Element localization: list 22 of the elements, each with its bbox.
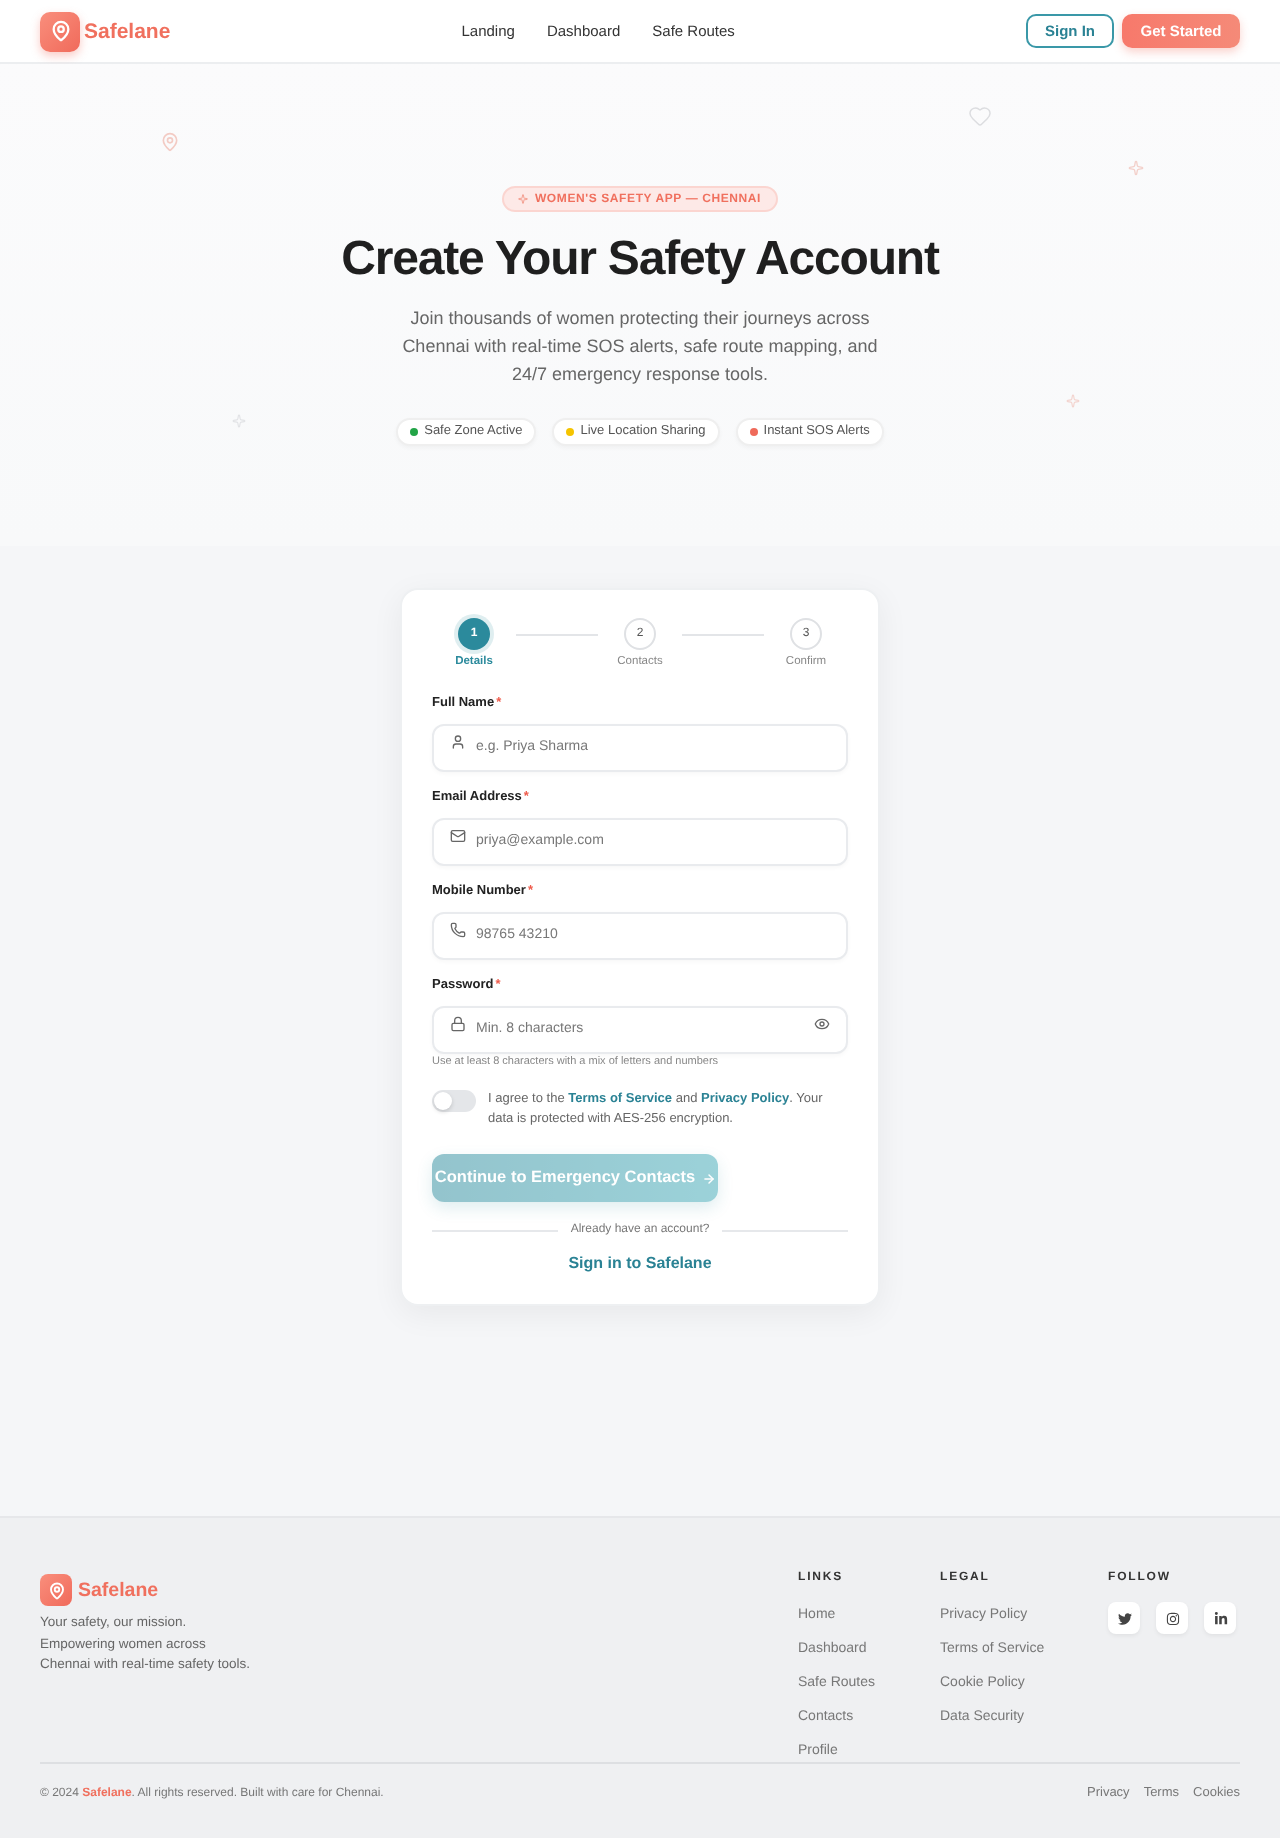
sparkle-icon (1128, 160, 1144, 176)
eye-icon[interactable] (814, 1016, 830, 1032)
map-pin-icon (40, 1574, 72, 1606)
twitter-icon[interactable] (1108, 1602, 1140, 1634)
footer-logo-text: Safelane (78, 1577, 159, 1603)
consent-toggle[interactable] (432, 1090, 476, 1112)
lock-icon (450, 1016, 466, 1032)
sparkle-icon (1066, 394, 1080, 408)
mail-icon (450, 828, 466, 844)
heart-icon (968, 104, 992, 128)
map-pin-icon (160, 132, 180, 152)
instagram-icon[interactable] (1156, 1602, 1188, 1634)
logo-text[interactable]: Safelane (84, 17, 171, 45)
arrow-right-icon (701, 1171, 716, 1185)
map-pin-icon (40, 11, 80, 51)
user-icon (450, 734, 466, 750)
linkedin-icon[interactable] (1204, 1602, 1236, 1634)
page-title: Create Your Safety Account (341, 232, 939, 288)
sparkle-icon (518, 194, 529, 204)
sign-in-link[interactable]: Sign in to Safelane (568, 1252, 712, 1276)
phone-icon (450, 922, 466, 938)
hero-subtitle: Join thousands of women protecting their journeys across Chennai with real-time SOS alerts, safe route mapping, and 24/7 emergency response tools. (400, 306, 880, 388)
